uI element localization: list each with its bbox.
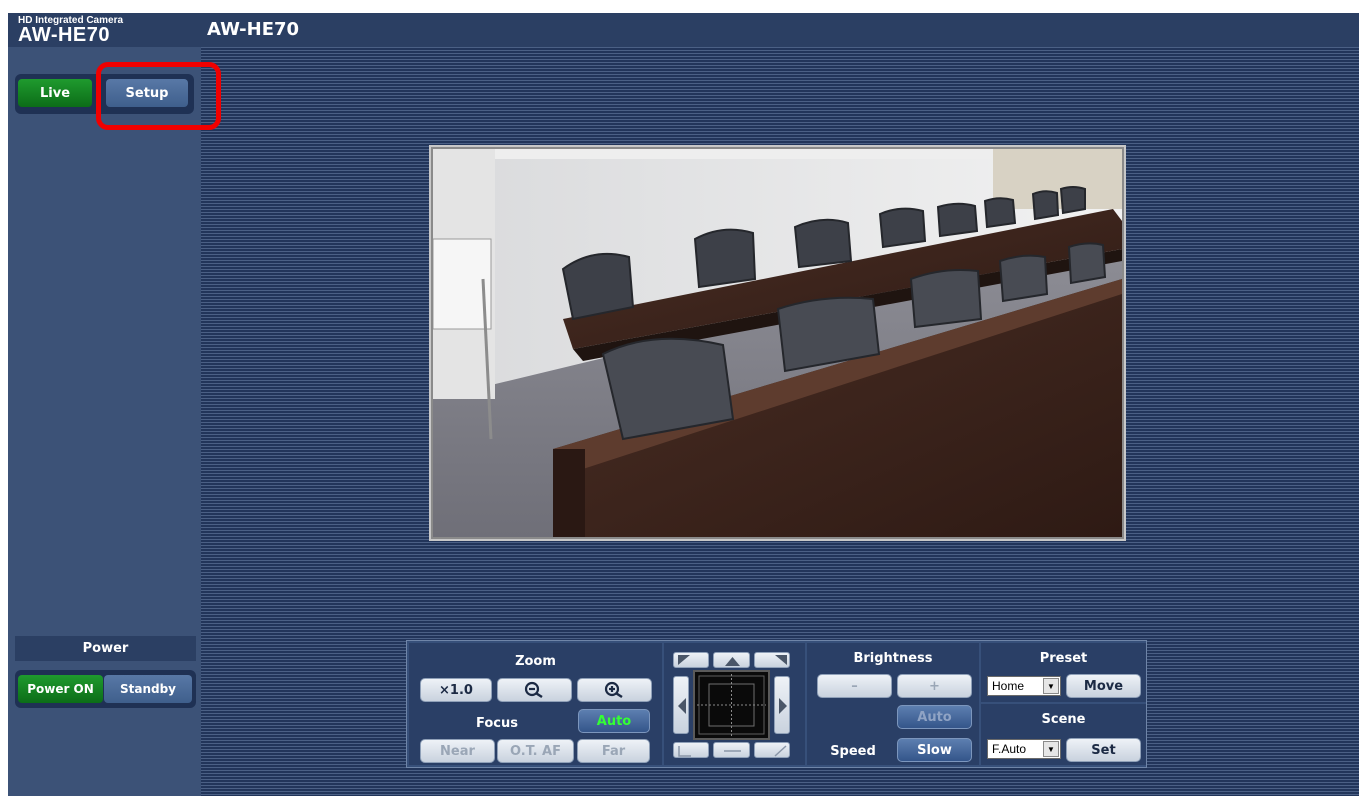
brightness-label: Brightness xyxy=(853,651,933,666)
header-bar: HD Integrated Camera AW-HE70 AW-HE70 xyxy=(8,13,1359,47)
zoom-label: Zoom xyxy=(515,654,556,669)
zoom-in-icon xyxy=(604,681,623,699)
live-button[interactable]: Live xyxy=(18,79,92,107)
zoom-x1-button[interactable]: ×1.0 xyxy=(420,678,492,702)
brightness-minus-button[interactable]: – xyxy=(817,674,892,698)
brightness-auto-button[interactable]: Auto xyxy=(897,705,972,729)
zoom-in-button[interactable] xyxy=(577,678,652,702)
ptz-right-button[interactable] xyxy=(774,676,790,734)
page-title: AW-HE70 xyxy=(207,19,300,40)
ptz-drag-area[interactable] xyxy=(693,670,770,740)
focus-near-button[interactable]: Near xyxy=(420,739,495,763)
ptz-down-left-button[interactable] xyxy=(673,742,709,758)
arrow-down-right-icon xyxy=(774,745,787,757)
scene-label: Scene xyxy=(1041,712,1086,727)
preset-select[interactable]: Home ▼ xyxy=(987,676,1061,696)
chevron-down-icon: ▼ xyxy=(1043,678,1059,694)
arrow-down-icon xyxy=(724,750,741,752)
standby-button[interactable]: Standby xyxy=(104,675,192,703)
scene-select-value: F.Auto xyxy=(992,742,1027,756)
focus-auto-button[interactable]: Auto xyxy=(578,709,650,733)
power-label: Power xyxy=(15,636,196,661)
zoom-out-icon xyxy=(524,681,543,699)
arrow-up-icon xyxy=(725,657,740,666)
scene-select[interactable]: F.Auto ▼ xyxy=(987,739,1061,759)
power-on-button[interactable]: Power ON xyxy=(18,675,103,703)
zoom-out-button[interactable] xyxy=(497,678,572,702)
setup-highlight-box xyxy=(96,62,221,130)
ptz-left-button[interactable] xyxy=(673,676,689,734)
focus-far-button[interactable]: Far xyxy=(577,739,650,763)
preset-select-value: Home xyxy=(992,679,1025,693)
ptz-down-button[interactable] xyxy=(713,742,750,758)
brand-model: AW-HE70 xyxy=(18,24,111,46)
live-video-view[interactable] xyxy=(433,149,1122,537)
speed-button[interactable]: Slow xyxy=(897,738,972,762)
arrow-right-icon xyxy=(779,698,787,714)
scene-set-button[interactable]: Set xyxy=(1066,738,1141,762)
live-video-frame xyxy=(429,145,1126,541)
preset-move-button[interactable]: Move xyxy=(1066,674,1141,698)
arrow-up-left-icon xyxy=(678,655,690,665)
arrow-down-left-icon xyxy=(678,746,691,757)
focus-label: Focus xyxy=(476,716,518,731)
ptz-down-right-button[interactable] xyxy=(754,742,790,758)
speed-label: Speed xyxy=(830,744,876,759)
crosshair-icon xyxy=(697,674,766,736)
focus-otaf-button[interactable]: O.T. AF xyxy=(497,739,574,763)
chevron-down-icon: ▼ xyxy=(1043,741,1059,757)
ptz-up-left-button[interactable] xyxy=(673,652,709,668)
pan-tilt-pad xyxy=(665,648,798,762)
preset-label: Preset xyxy=(1039,651,1088,666)
ptz-up-right-button[interactable] xyxy=(754,652,790,668)
arrow-up-right-icon xyxy=(775,655,787,665)
brightness-plus-button[interactable]: + xyxy=(897,674,972,698)
ptz-up-button[interactable] xyxy=(713,652,750,668)
arrow-left-icon xyxy=(678,698,686,714)
conference-room-image xyxy=(433,149,1122,537)
